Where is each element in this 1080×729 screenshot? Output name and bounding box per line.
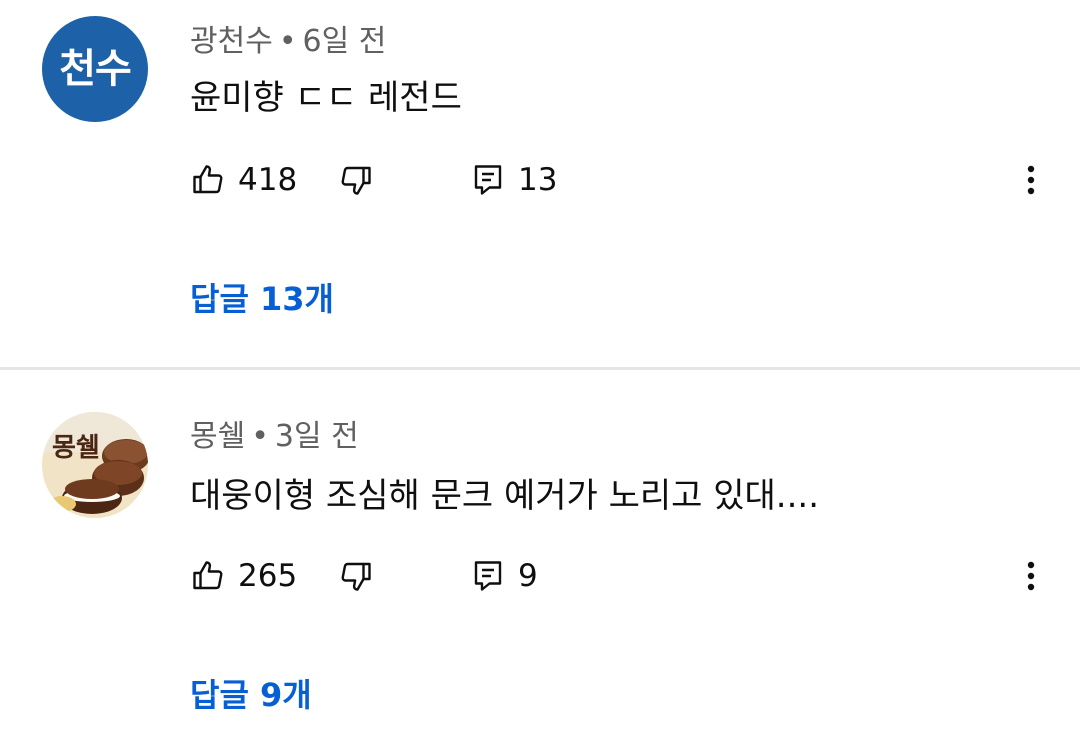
like-button[interactable]: 418 bbox=[190, 158, 297, 202]
svg-text:몽쉘: 몽쉘 bbox=[52, 433, 100, 463]
more-vert-icon bbox=[1027, 165, 1035, 195]
comment-meta: 몽쉘 • 3일 전 bbox=[190, 411, 359, 455]
comment-icon bbox=[470, 558, 506, 594]
comment-author[interactable]: 몽쉘 bbox=[190, 419, 245, 454]
reply-count: 13 bbox=[518, 162, 558, 198]
comment-actions: 418 13 bbox=[190, 158, 1050, 202]
avatar-initials: 천수 bbox=[59, 46, 132, 92]
comment-item: 몽쉘 몽쉘 • 3일 전 대웅이형 조심해 문크 예거가 노리고 있대.... 26… bbox=[0, 370, 1080, 729]
avatar[interactable]: 천수 bbox=[42, 16, 148, 122]
dislike-button[interactable] bbox=[338, 158, 374, 202]
comment-time[interactable]: 6일 전 bbox=[303, 24, 387, 59]
more-options-button[interactable] bbox=[1016, 554, 1046, 598]
comment-time[interactable]: 3일 전 bbox=[275, 419, 359, 454]
comment-text: 윤미향 ㄷㄷ 레전드 bbox=[190, 78, 462, 118]
meta-separator: • bbox=[251, 419, 269, 454]
like-count: 418 bbox=[238, 162, 298, 198]
meta-separator: • bbox=[278, 24, 297, 59]
comment-meta: 광천수 • 6일 전 bbox=[190, 16, 386, 60]
chocopie-image: 몽쉘 bbox=[42, 412, 148, 518]
dislike-button[interactable] bbox=[338, 554, 374, 598]
reply-button[interactable]: 9 bbox=[470, 554, 538, 598]
thumb-down-icon bbox=[338, 162, 374, 198]
like-button[interactable]: 265 bbox=[190, 554, 297, 598]
reply-count: 9 bbox=[518, 558, 538, 594]
view-replies-link[interactable]: 답글 9개 bbox=[190, 670, 312, 716]
reply-button[interactable]: 13 bbox=[470, 158, 557, 202]
comment-actions: 265 9 bbox=[190, 554, 1050, 598]
comment-item: 천수 광천수 • 6일 전 윤미향 ㄷㄷ 레전드 418 13 답글 13개 bbox=[0, 0, 1080, 368]
more-options-button[interactable] bbox=[1016, 158, 1046, 202]
comment-icon bbox=[470, 162, 506, 198]
comment-author[interactable]: 광천수 bbox=[190, 24, 273, 59]
like-count: 265 bbox=[238, 558, 298, 594]
view-replies-link[interactable]: 답글 13개 bbox=[190, 274, 334, 320]
comment-text: 대웅이형 조심해 문크 예거가 노리고 있대.... bbox=[190, 476, 820, 516]
more-vert-icon bbox=[1027, 561, 1035, 591]
thumb-up-icon bbox=[190, 558, 226, 594]
thumb-down-icon bbox=[338, 558, 374, 594]
thumb-up-icon bbox=[190, 162, 226, 198]
avatar[interactable]: 몽쉘 bbox=[42, 412, 148, 518]
